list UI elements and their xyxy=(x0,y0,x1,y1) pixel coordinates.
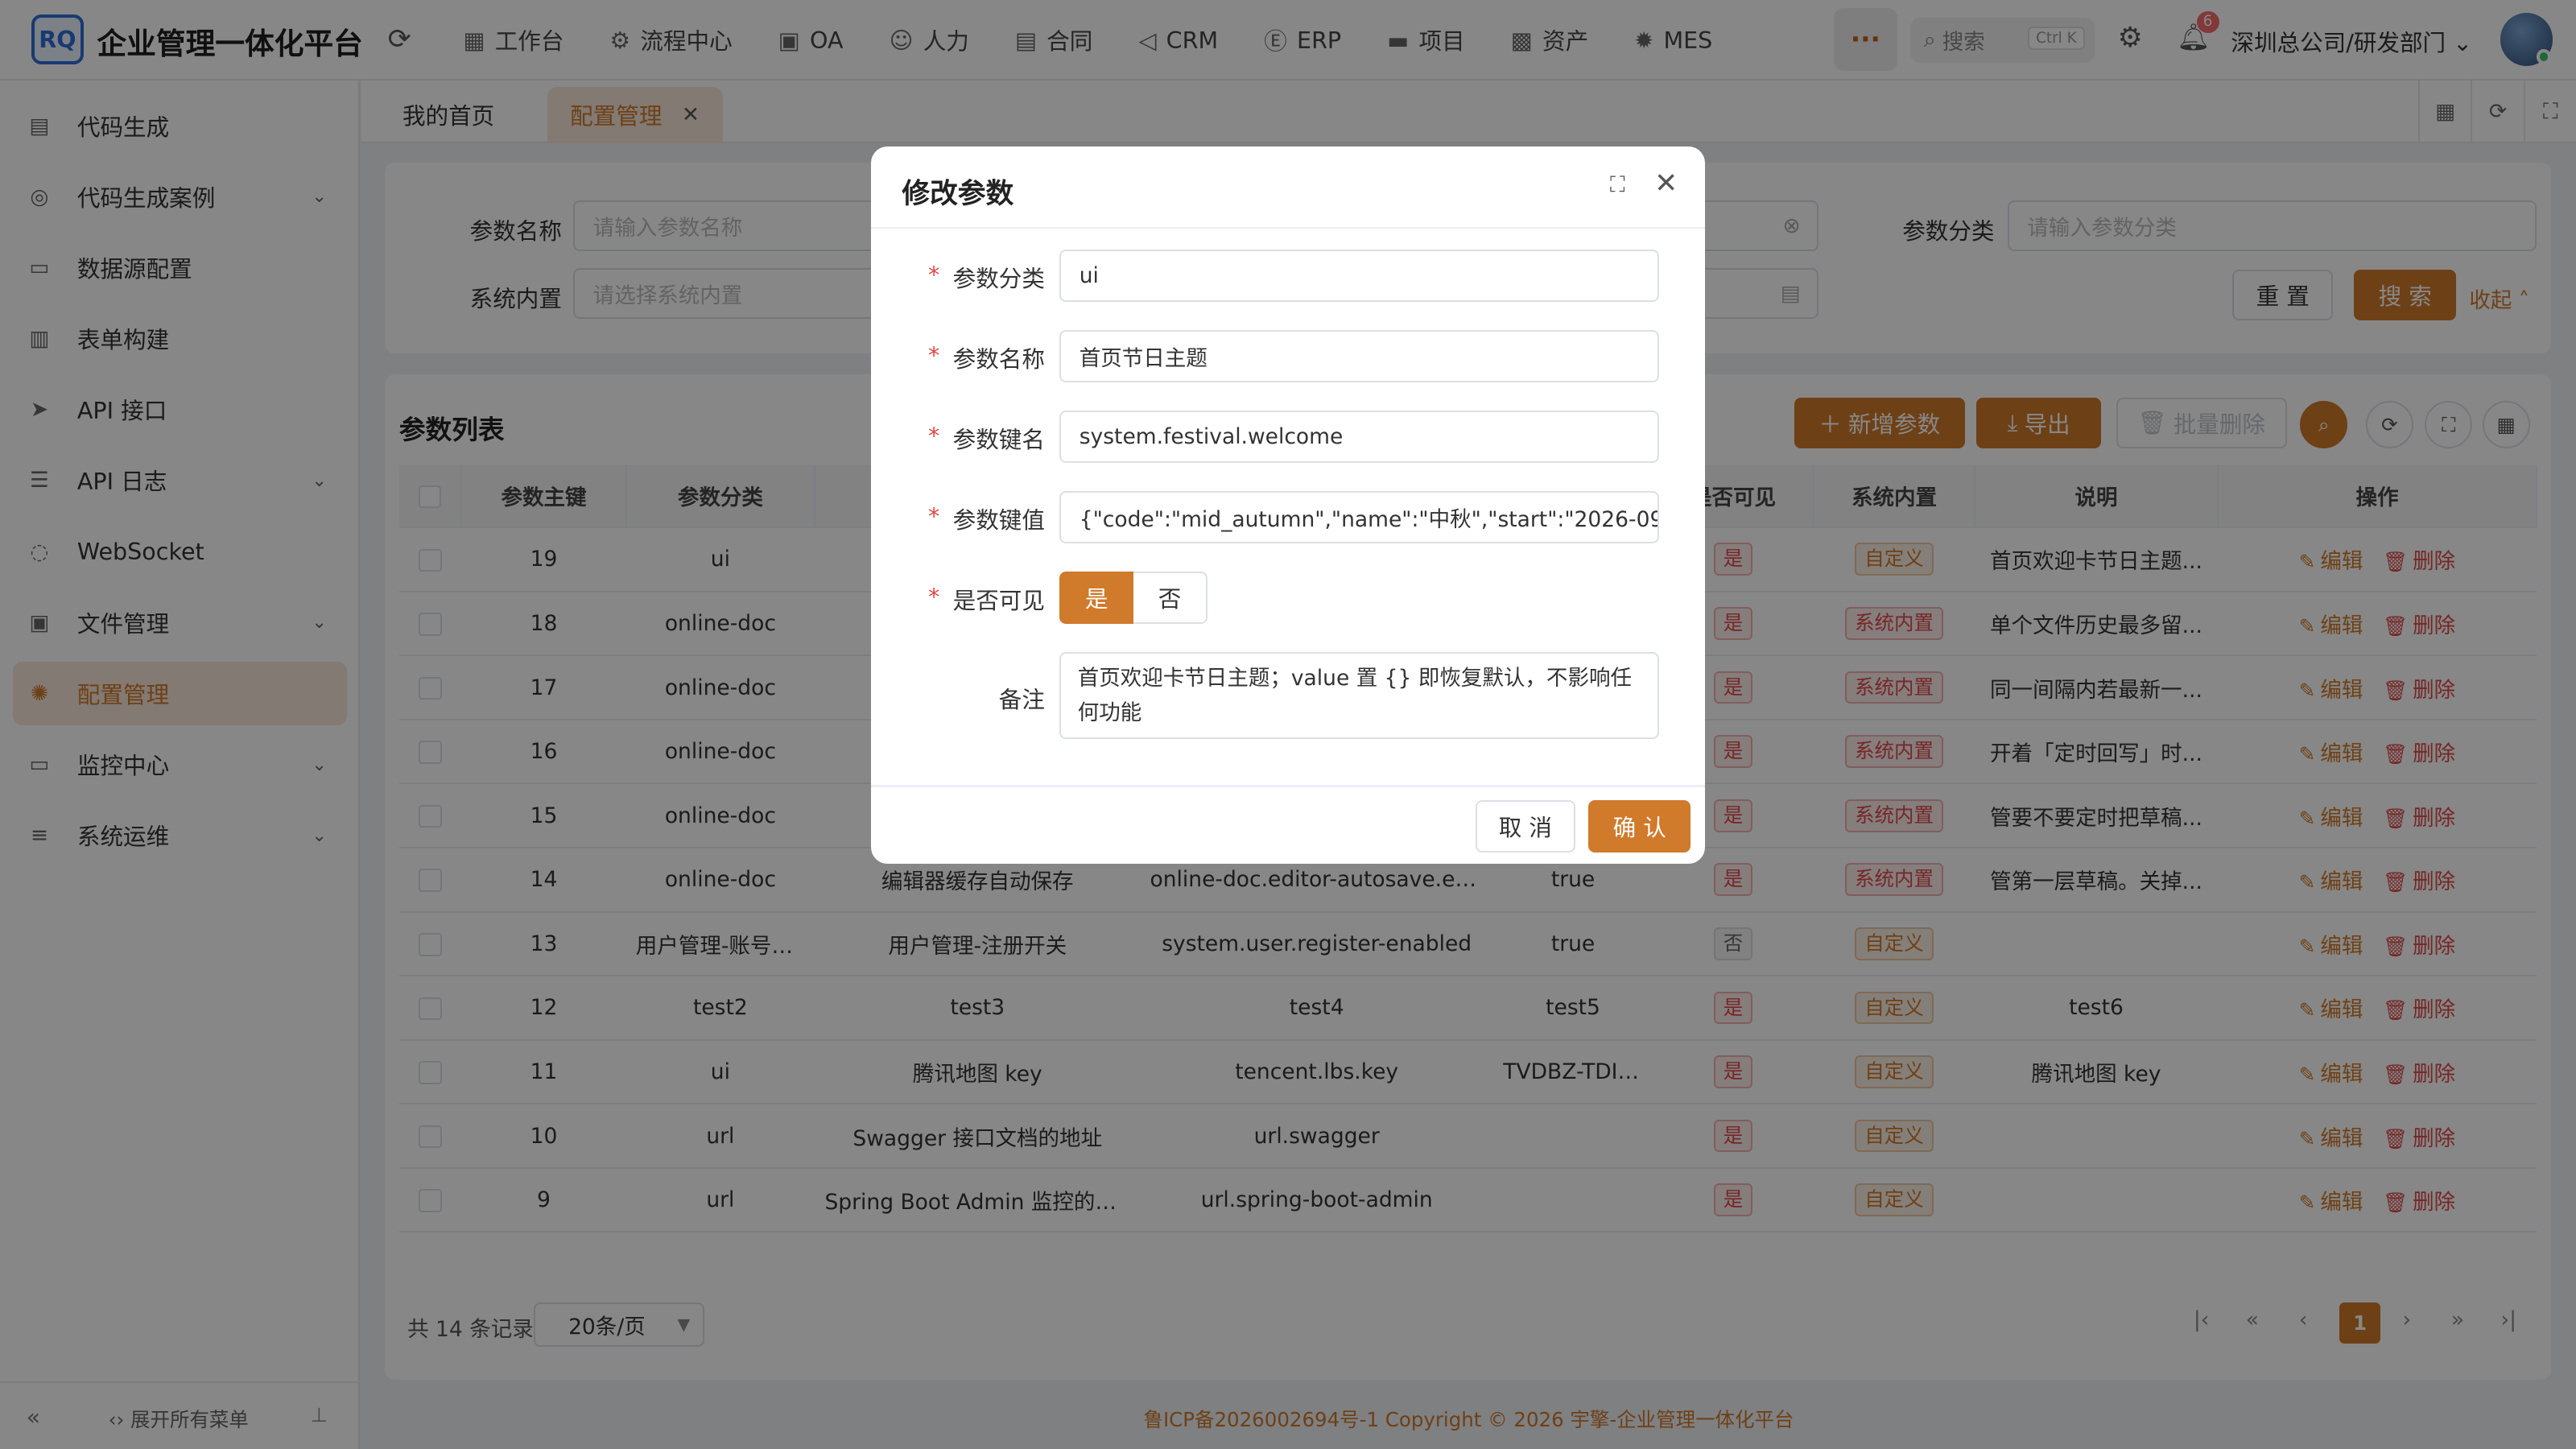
confirm-button[interactable]: 确 认 xyxy=(1588,799,1690,853)
divider xyxy=(870,226,1706,229)
name-field[interactable]: 首页节日主题 xyxy=(1059,330,1660,383)
visible-label: * 是否可见 xyxy=(928,583,1045,615)
visible-yes-option[interactable]: 是 xyxy=(1059,572,1134,625)
dialog-title: 修改参数 xyxy=(902,178,1014,211)
visible-no-option[interactable]: 否 xyxy=(1133,572,1208,625)
value-field[interactable]: {"code":"mid_autumn","name":"中秋","start"… xyxy=(1059,491,1660,544)
remark-label: 备注 xyxy=(998,685,1045,713)
category-field[interactable]: ui xyxy=(1059,250,1660,303)
divider xyxy=(870,785,1706,787)
category-label: * 参数分类 xyxy=(928,261,1045,293)
maximize-icon[interactable]: ⛶ xyxy=(1610,172,1625,198)
key-field[interactable]: system.festival.welcome xyxy=(1059,411,1660,464)
cancel-button[interactable]: 取 消 xyxy=(1475,799,1576,853)
value-label: * 参数键值 xyxy=(928,502,1045,535)
key-label: * 参数键名 xyxy=(928,422,1045,454)
visible-radio-group: 是 否 xyxy=(1059,572,1208,625)
remark-textarea[interactable]: 首页欢迎卡节日主题；value 置 {} 即恢复默认，不影响任何功能 xyxy=(1059,652,1660,740)
edit-param-dialog: 修改参数 ⛶ ✕ * 参数分类 ui * 参数名称 首页节日主题 * 参数键名 sys… xyxy=(870,146,1706,865)
name-label: * 参数名称 xyxy=(928,341,1045,374)
close-icon[interactable]: ✕ xyxy=(1654,167,1678,200)
